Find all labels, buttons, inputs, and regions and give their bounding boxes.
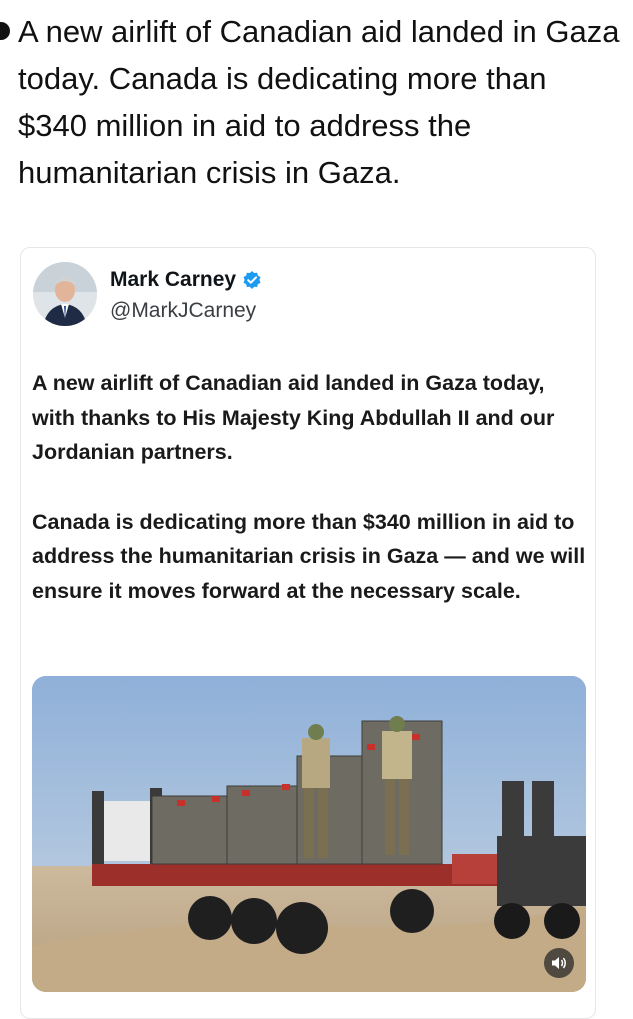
post-video[interactable] xyxy=(32,676,586,992)
post-paragraph: A new airlift of Canadian aid landed in … xyxy=(32,371,555,464)
avatar[interactable] xyxy=(33,262,97,326)
author-name[interactable]: Mark Carney xyxy=(110,268,262,292)
verified-badge-icon xyxy=(242,270,262,290)
page-headline: A new airlift of Canadian aid landed in … xyxy=(18,14,620,190)
author-name-text: Mark Carney xyxy=(110,268,237,291)
video-frame xyxy=(32,676,586,992)
mute-toggle-button[interactable] xyxy=(544,948,574,978)
embedded-post-card[interactable]: Mark Carney @MarkJCarney A new airlift o… xyxy=(20,247,596,1019)
post-paragraph: Canada is dedicating more than $340 mill… xyxy=(32,509,586,603)
author-handle[interactable]: @MarkJCarney xyxy=(110,299,256,323)
post-text: A new airlift of Canadian aid landed in … xyxy=(32,366,592,643)
bullet-dot-icon xyxy=(0,22,10,40)
speaker-icon xyxy=(552,957,566,969)
